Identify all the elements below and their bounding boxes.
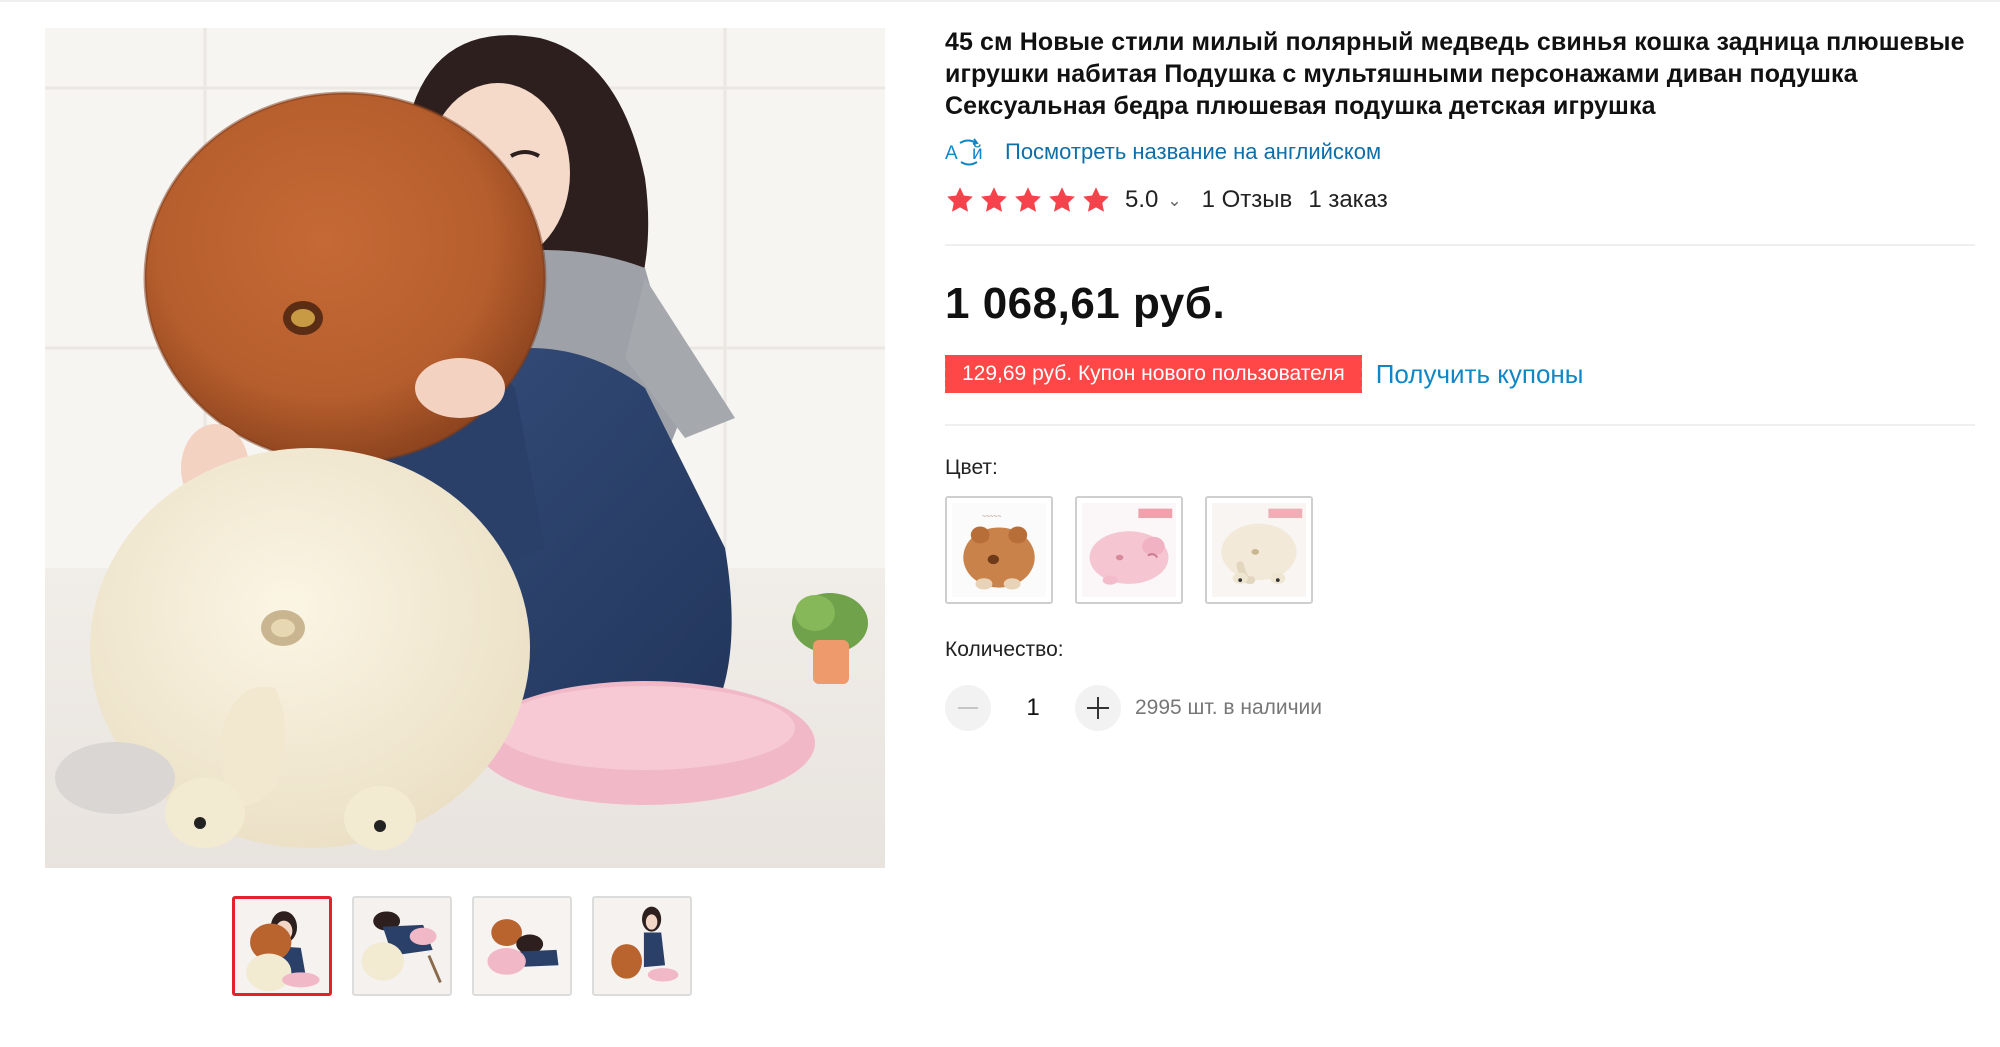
quantity-stepper: 1 2995 шт. в наличии [945,684,1975,732]
star-icon [947,187,973,212]
top-border [0,0,2000,2]
stock-availability: 2995 шт. в наличии [1135,696,1323,719]
divider [945,424,1975,426]
decrease-quantity-button[interactable] [945,685,991,731]
svg-text:~~~~~: ~~~~~ [982,513,1001,520]
increase-quantity-button[interactable] [1075,685,1121,731]
product-price: 1 068,61 руб. [945,279,1226,328]
svg-text:A: A [945,143,958,164]
chevron-down-icon[interactable]: ⌄ [1167,191,1181,211]
star-rating [945,185,1111,215]
orders-count: 1 заказ [1308,186,1388,213]
reviews-link[interactable]: 1 Отзыв [1202,186,1293,214]
star-icon [1015,187,1041,212]
svg-text:й: й [972,143,983,164]
thumbnail-strip [232,896,692,996]
thumbnail-3[interactable] [472,896,572,996]
coupon-row: 129,69 руб. Купон нового пользователя По… [941,354,1975,394]
rating-row: 5.0 ⌄ 1 Отзыв 1 заказ [945,182,1975,218]
coupon-badge: 129,69 руб. Купон нового пользователя [941,355,1362,393]
divider [945,244,1975,246]
color-swatch-pink-pig[interactable] [1075,496,1183,604]
thumbnail-1[interactable] [232,896,332,996]
color-label: Цвет: [945,456,998,479]
main-product-image[interactable] [45,28,885,868]
quantity-label: Количество: [945,638,1064,661]
rating-score[interactable]: 5.0 [1125,186,1158,214]
thumbnail-2[interactable] [352,896,452,996]
thumbnail-4[interactable] [592,896,692,996]
translate-link-label: Посмотреть название на английском [1005,139,1382,164]
quantity-value[interactable]: 1 [991,694,1075,722]
star-icon [981,187,1007,212]
get-coupons-link[interactable]: Получить купоны [1376,359,1584,390]
translate-title-link[interactable]: A й Посмотреть название на английском [945,136,1975,168]
star-icon [1049,187,1075,212]
product-title: 45 см Новые стили милый полярный медведь… [945,28,1965,120]
color-swatch-brown-bear[interactable]: ~~~~~ [945,496,1053,604]
minus-icon [958,707,978,709]
translate-icon: A й [945,138,983,166]
color-swatch-white-cat[interactable] [1205,496,1313,604]
star-icon [1083,187,1109,212]
color-swatches: ~~~~~ [945,496,1975,604]
product-info: 45 см Новые стили милый полярный медведь… [941,26,1975,732]
